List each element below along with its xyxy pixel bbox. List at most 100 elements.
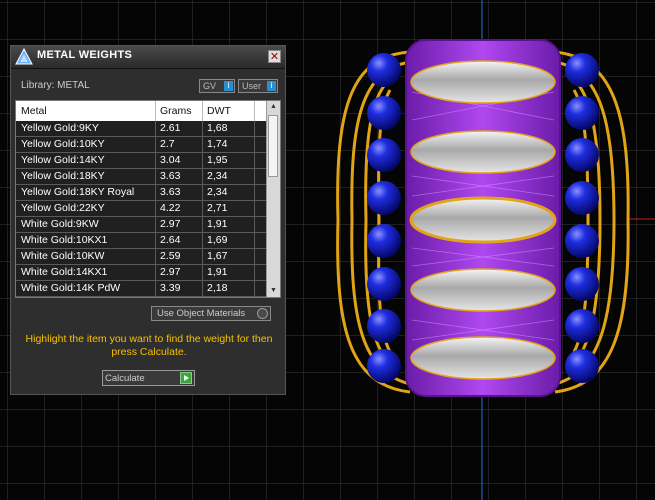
cell-divider (202, 121, 203, 136)
metal-cell: White Gold:14K PdW (21, 282, 121, 294)
table-row[interactable]: White Gold:14K PdW 3.39 2,18 (16, 281, 268, 297)
use-object-materials-label: Use Object Materials (157, 308, 246, 319)
header-divider (254, 101, 255, 121)
scroll-down-icon[interactable]: ▼ (267, 285, 280, 297)
calculate-button[interactable]: Calculate (102, 370, 195, 386)
metal-cell: White Gold:10KX1 (21, 234, 108, 246)
metal-cell: Yellow Gold:18KY Royal (21, 186, 135, 198)
grams-cell: 2.61 (160, 122, 181, 134)
table-row[interactable]: Yellow Gold:18KY 3.63 2,34 (16, 169, 268, 185)
scroll-up-icon[interactable]: ▲ (267, 101, 280, 113)
table-row[interactable]: White Gold:14KX1 2.97 1,91 (16, 265, 268, 281)
cell-divider (202, 281, 203, 296)
grams-cell: 3.04 (160, 154, 181, 166)
dwt-cell: 1,69 (207, 234, 228, 246)
grams-cell: 4.22 (160, 202, 181, 214)
cell-divider (254, 169, 255, 184)
cell-divider (254, 217, 255, 232)
table-row[interactable]: Yellow Gold:14KY 3.04 1,95 (16, 153, 268, 169)
cell-divider (254, 201, 255, 216)
column-header-metal[interactable]: Metal (21, 105, 47, 117)
cell-divider (254, 185, 255, 200)
cell-divider (202, 217, 203, 232)
dwt-cell: 1,67 (207, 250, 228, 262)
cell-divider (155, 137, 156, 152)
metal-weights-panel: METAL WEIGHTS ✕ Library: METAL GV ⅰ User… (10, 45, 286, 395)
grams-cell: 2.7 (160, 138, 175, 150)
logo-icon (15, 48, 33, 65)
metal-cell: White Gold:9KW (21, 218, 99, 230)
cell-divider (155, 201, 156, 216)
close-icon: ✕ (269, 51, 280, 63)
cell-divider (155, 249, 156, 264)
grams-cell: 2.97 (160, 266, 181, 278)
table-row[interactable]: Yellow Gold:10KY 2.7 1,74 (16, 137, 268, 153)
metal-table[interactable]: Metal Grams DWT Yellow Gold:9KY 2.61 1,6… (15, 100, 281, 298)
cell-divider (202, 233, 203, 248)
user-label: User (242, 81, 262, 91)
dwt-cell: 1,91 (207, 218, 228, 230)
close-button[interactable]: ✕ (268, 50, 281, 63)
cell-divider (155, 121, 156, 136)
dwt-cell: 1,95 (207, 154, 228, 166)
metal-cell: Yellow Gold:9KY (21, 122, 99, 134)
cell-divider (155, 169, 156, 184)
grams-cell: 2.64 (160, 234, 181, 246)
radio-icon (257, 308, 268, 319)
cell-divider (202, 185, 203, 200)
dwt-cell: 1,74 (207, 138, 228, 150)
table-row[interactable]: Yellow Gold:9KY 2.61 1,68 (16, 121, 268, 137)
grams-cell: 3.39 (160, 282, 181, 294)
cell-divider (254, 281, 255, 296)
cell-divider (202, 169, 203, 184)
table-row[interactable]: White Gold:9KW 2.97 1,91 (16, 217, 268, 233)
metal-cell: Yellow Gold:10KY (21, 138, 105, 150)
header-divider (155, 101, 156, 121)
table-row[interactable]: White Gold:10KX1 2.64 1,69 (16, 233, 268, 249)
gv-toggle[interactable]: GV ⅰ (199, 79, 235, 93)
play-icon (180, 372, 192, 384)
table-scrollbar[interactable]: ▲ ▼ (266, 101, 280, 297)
cell-divider (254, 121, 255, 136)
metal-cell: Yellow Gold:18KY (21, 170, 105, 182)
cell-divider (254, 233, 255, 248)
cell-divider (155, 217, 156, 232)
dwt-cell: 1,68 (207, 122, 228, 134)
dwt-cell: 2,71 (207, 202, 228, 214)
grams-cell: 2.59 (160, 250, 181, 262)
cell-divider (155, 185, 156, 200)
cell-divider (155, 281, 156, 296)
table-row[interactable]: Yellow Gold:22KY 4.22 2,71 (16, 201, 268, 217)
grams-cell: 3.63 (160, 170, 181, 182)
dwt-cell: 2,18 (207, 282, 228, 294)
metal-cell: Yellow Gold:14KY (21, 154, 105, 166)
header-divider (202, 101, 203, 121)
grams-cell: 2.97 (160, 218, 181, 230)
panel-titlebar[interactable]: METAL WEIGHTS ✕ (11, 46, 285, 69)
table-header: Metal Grams DWT (16, 101, 268, 121)
panel-title: METAL WEIGHTS (37, 49, 133, 61)
column-header-dwt[interactable]: DWT (207, 105, 231, 117)
library-label: Library: METAL (21, 80, 90, 91)
metal-cell: White Gold:10KW (21, 250, 105, 262)
library-row: Library: METAL GV ⅰ User ⅰ (11, 76, 285, 96)
cell-divider (202, 137, 203, 152)
cell-divider (155, 153, 156, 168)
column-header-grams[interactable]: Grams (160, 105, 192, 117)
table-row[interactable]: White Gold:10KW 2.59 1,67 (16, 249, 268, 265)
gv-indicator-icon: ⅰ (224, 81, 233, 91)
gv-label: GV (203, 81, 217, 91)
cell-divider (202, 249, 203, 264)
cell-divider (202, 265, 203, 280)
use-object-materials-toggle[interactable]: Use Object Materials (151, 306, 271, 321)
cell-divider (254, 153, 255, 168)
user-indicator-icon: ⅰ (267, 81, 276, 91)
user-toggle[interactable]: User ⅰ (238, 79, 278, 93)
cell-divider (202, 201, 203, 216)
dwt-cell: 2,34 (207, 170, 228, 182)
table-row[interactable]: Yellow Gold:18KY Royal 3.63 2,34 (16, 185, 268, 201)
scrollbar-thumb[interactable] (268, 115, 278, 177)
cell-divider (155, 265, 156, 280)
dwt-cell: 2,34 (207, 186, 228, 198)
instruction-text: Highlight the item you want to find the … (25, 333, 273, 358)
